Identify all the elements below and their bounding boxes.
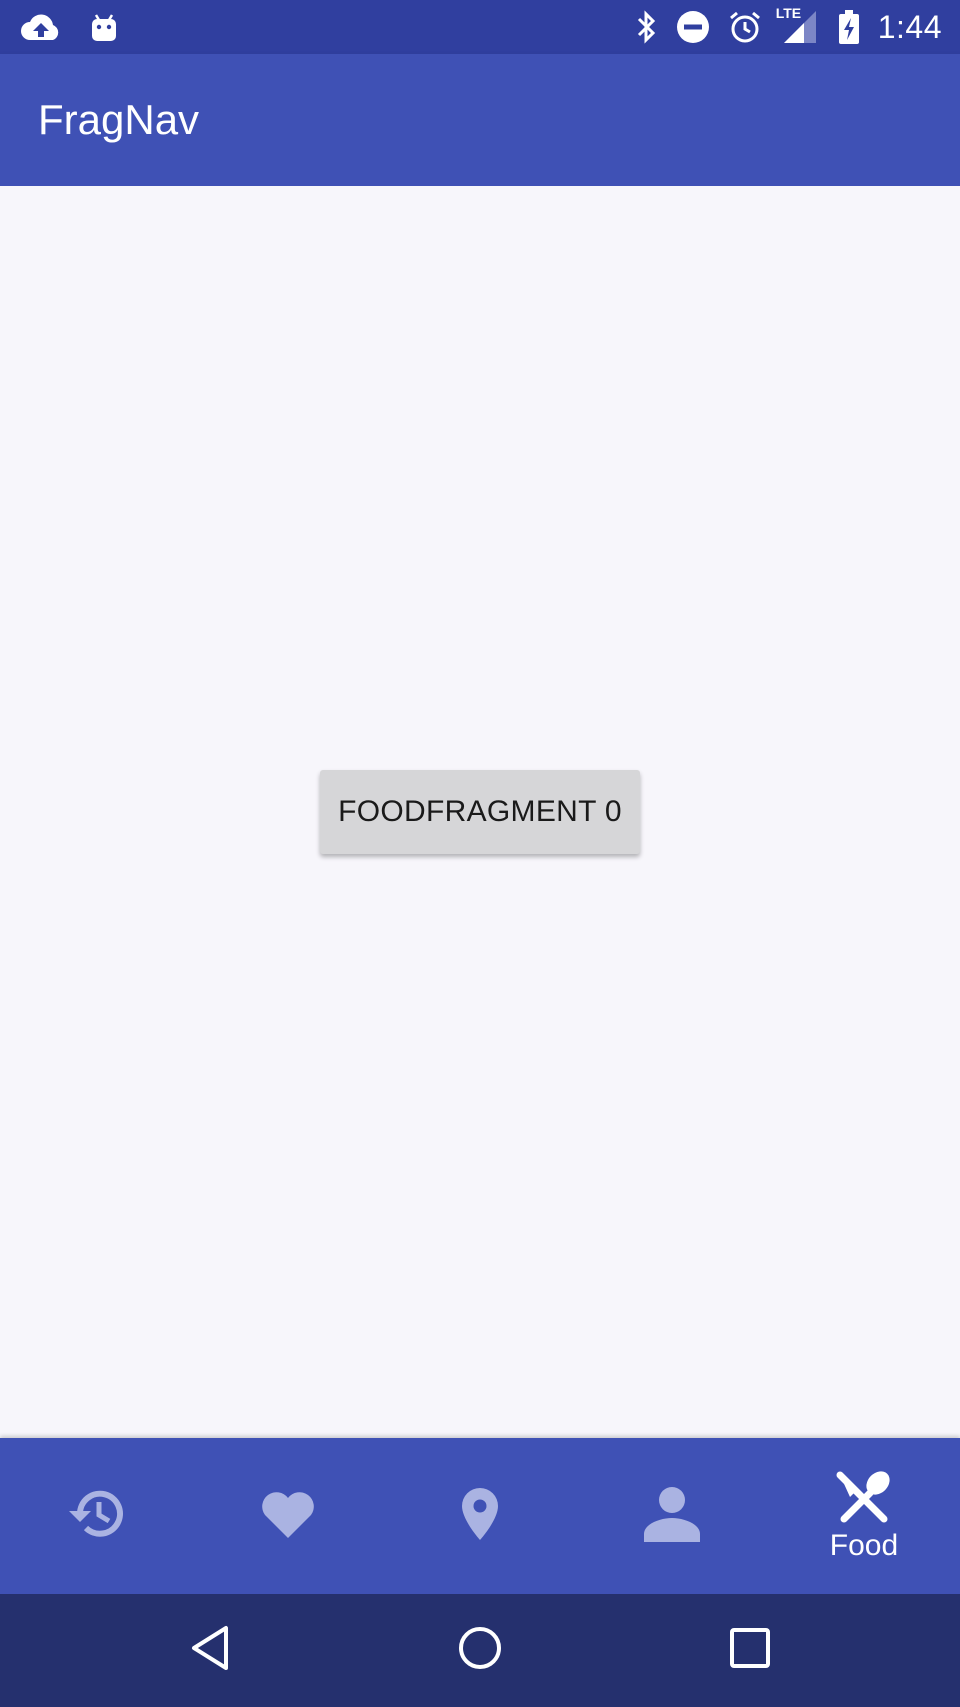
system-navigation-bar [0, 1594, 960, 1707]
heart-icon [258, 1486, 318, 1542]
status-time: 1:44 [877, 8, 942, 45]
cloud-upload-icon [20, 12, 62, 44]
tab-friends[interactable] [576, 1438, 768, 1594]
home-button[interactable] [420, 1594, 540, 1707]
tab-food[interactable]: Food [768, 1438, 960, 1594]
battery-charging-icon [838, 9, 860, 45]
history-icon [66, 1486, 126, 1542]
do-not-disturb-icon [676, 10, 710, 44]
food-fragment-button[interactable]: FOODFRAGMENT 0 [320, 770, 640, 854]
tab-favorites[interactable] [192, 1438, 384, 1594]
location-pin-icon [450, 1484, 510, 1544]
app-screen: LTE 1:44 FragNav FOODFRAGMENT 0 Food [0, 0, 960, 1707]
status-bar: LTE 1:44 [0, 0, 960, 54]
alarm-icon [728, 10, 762, 44]
fragment-content: FOODFRAGMENT 0 [0, 186, 960, 1438]
tab-label-food: Food [829, 1529, 899, 1562]
back-button[interactable] [150, 1594, 270, 1707]
restaurant-icon [834, 1469, 894, 1525]
bottom-navigation-bar: Food [0, 1438, 960, 1594]
home-icon [456, 1624, 504, 1677]
person-icon [642, 1484, 702, 1544]
back-icon [188, 1624, 232, 1677]
tab-nearby[interactable] [384, 1438, 576, 1594]
bluetooth-icon [634, 10, 658, 44]
android-icon [90, 13, 118, 43]
tab-history[interactable] [0, 1438, 192, 1594]
app-bar: FragNav [0, 54, 960, 186]
recents-icon [728, 1626, 772, 1675]
recents-button[interactable] [690, 1594, 810, 1707]
app-title: FragNav [38, 96, 200, 143]
signal-lte-icon: LTE [776, 5, 820, 45]
network-type-label: LTE [775, 5, 802, 21]
